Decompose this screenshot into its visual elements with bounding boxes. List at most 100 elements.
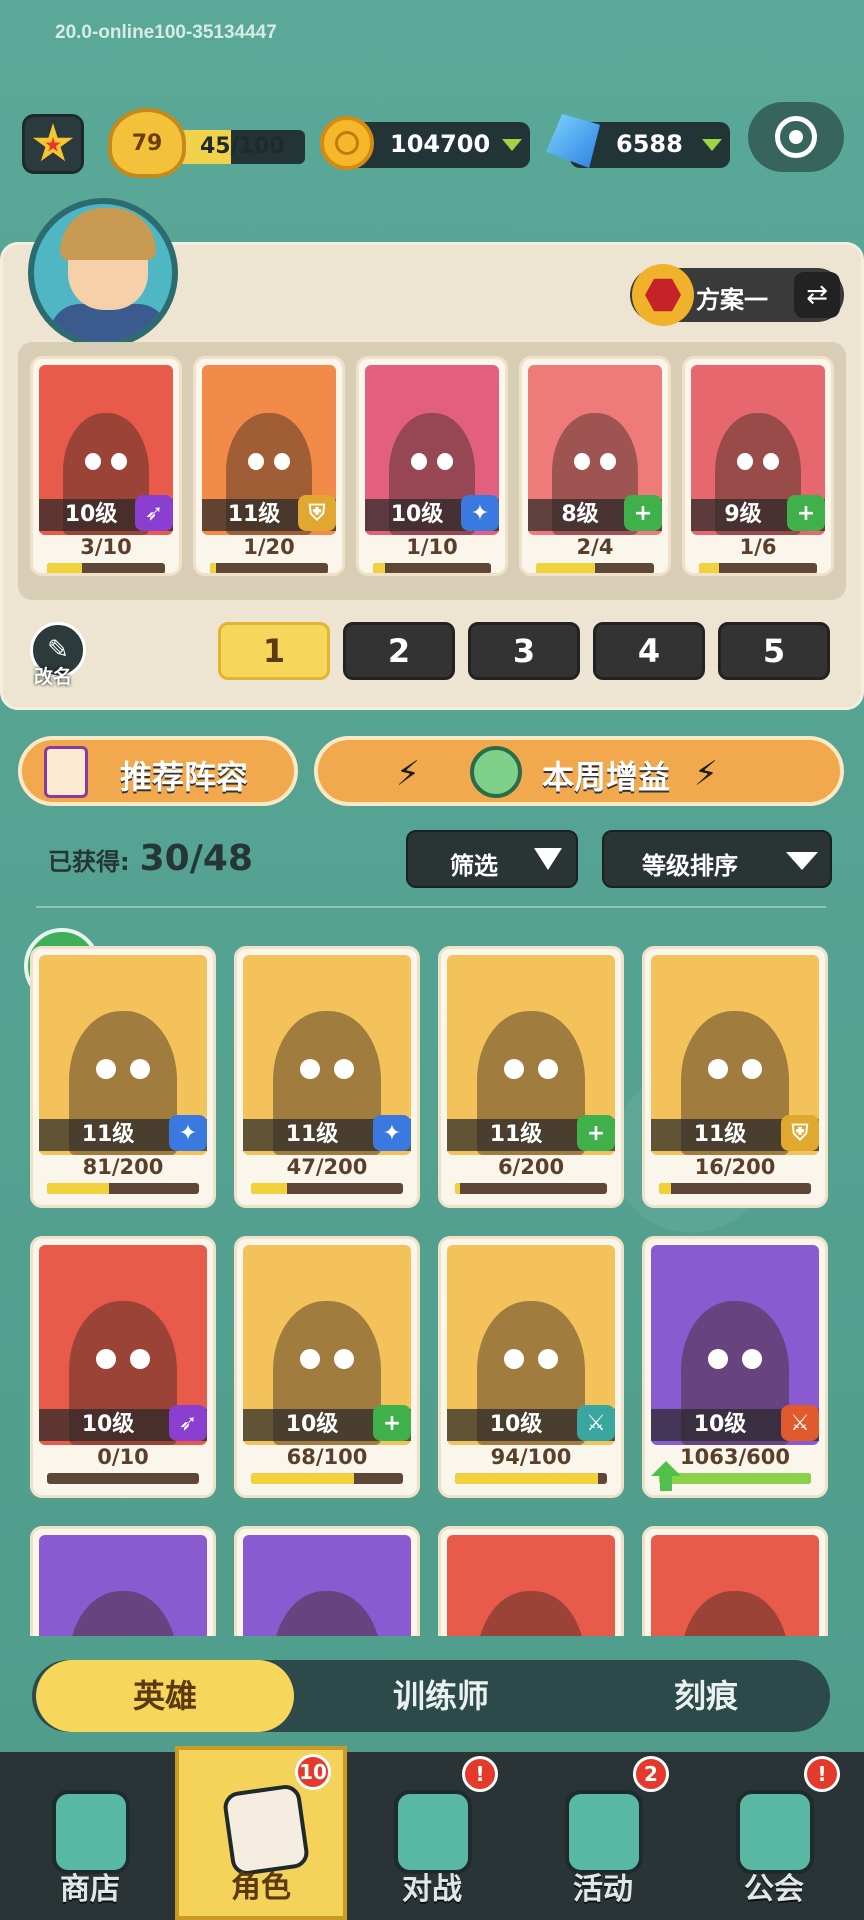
hero-progress: 2/4: [576, 535, 614, 559]
hero-progress: 47/200: [286, 1155, 368, 1179]
settings-button[interactable]: [748, 102, 844, 172]
hero-progress: 1/10: [406, 535, 458, 559]
hero-card[interactable]: 11级 ✦ 47/200: [234, 946, 420, 1208]
notification-badge: 2: [633, 1756, 669, 1792]
hero-progress-bar: [536, 563, 654, 573]
hero-portrait: [39, 1535, 207, 1636]
hero-card[interactable]: 10级 ⚔ 1063/600: [642, 1236, 828, 1498]
star-icon: [32, 123, 74, 162]
deck-hero-card[interactable]: 10级 ✦ 1/10: [356, 356, 508, 576]
heal-class-icon: +: [577, 1115, 615, 1151]
nav-guild-banner[interactable]: 公会!: [688, 1752, 860, 1920]
sort-button[interactable]: 等级排序: [602, 830, 832, 888]
hero-card[interactable]: 10级 +68/100: [234, 1236, 420, 1498]
tab-engravings[interactable]: 刻痕: [588, 1660, 824, 1732]
nav-label: 角色: [231, 1870, 291, 1905]
lightning-icon: ⚡: [694, 754, 718, 794]
sword-class-icon: ⚔: [781, 1405, 819, 1441]
weekly-label: 本周增益: [542, 758, 671, 796]
nav-shop[interactable]: 商店: [4, 1752, 176, 1920]
gold-dropdown-icon[interactable]: [502, 139, 522, 151]
version-label: 20.0-online100-35134447: [55, 22, 277, 43]
nav-label: 活动: [573, 1872, 633, 1907]
hero-progress: 68/100: [286, 1445, 368, 1469]
scheme-gem-icon: [632, 264, 694, 326]
rename-button[interactable]: ✎ 改名: [30, 622, 86, 692]
mage-class-icon: ✦: [461, 495, 499, 531]
scheme-label: 方案一: [696, 286, 768, 314]
hero-card[interactable]: 11级 +6/200: [438, 946, 624, 1208]
exp-bar: 45/100: [170, 130, 305, 164]
hero-progress-bar: [47, 1183, 199, 1194]
deck-slot-4[interactable]: 4: [593, 622, 705, 680]
nav-label: 商店: [60, 1872, 120, 1907]
hero-progress-bar: [251, 1473, 403, 1484]
deck-hero-card[interactable]: 8级 +2/4: [519, 356, 671, 576]
trainer-avatar[interactable]: [28, 198, 178, 348]
deck-slot-3[interactable]: 3: [468, 622, 580, 680]
funnel-icon: [534, 848, 562, 870]
chevron-down-icon: [786, 852, 818, 870]
player-level-badge[interactable]: 79: [108, 108, 186, 178]
scheme-selector[interactable]: 方案一 ⇄: [630, 264, 844, 326]
hero-progress-bar: [659, 1183, 811, 1194]
deck-hero-card[interactable]: 10级 ➶ 3/10: [30, 356, 182, 576]
hero-portrait: [447, 1535, 615, 1636]
hero-card[interactable]: 11级 ⛨ 16/200: [642, 946, 828, 1208]
hero-card[interactable]: [438, 1526, 624, 1636]
hero-progress: 81/200: [82, 1155, 164, 1179]
gear-icon: [775, 116, 817, 158]
archer-class-icon: ➶: [135, 495, 173, 531]
filter-button[interactable]: 筛选: [406, 830, 578, 888]
hero-progress: 94/100: [490, 1445, 572, 1469]
mage-class-icon: ✦: [373, 1115, 411, 1151]
hero-card[interactable]: 10级 ⚔ 94/100: [438, 1236, 624, 1498]
star-button[interactable]: [22, 114, 84, 174]
notification-badge: !: [804, 1756, 840, 1792]
notification-badge: !: [462, 1756, 498, 1792]
shield-icon: [565, 1790, 643, 1874]
hero-portrait: [243, 1535, 411, 1636]
swap-icon[interactable]: ⇄: [794, 272, 840, 318]
tab-heroes[interactable]: 英雄: [36, 1660, 294, 1732]
nav-label: 公会: [744, 1872, 804, 1907]
deck-hero-card[interactable]: 9级 +1/6: [682, 356, 834, 576]
hero-progress-bar: [455, 1473, 607, 1484]
weekly-buff-button[interactable]: ⚡ 本周增益 ⚡: [314, 736, 844, 806]
gold-coin-icon: [320, 116, 374, 170]
nav-cards[interactable]: 角色 10: [175, 1746, 347, 1920]
buff-icon: [470, 746, 522, 798]
tab-trainers[interactable]: 训练师: [310, 1660, 572, 1732]
deck-slot-1[interactable]: 1: [218, 622, 330, 680]
guild-banner-icon: [736, 1790, 814, 1874]
swords-icon: [394, 1790, 472, 1874]
card-icon: [44, 746, 88, 798]
archer-class-icon: ➶: [169, 1405, 207, 1441]
nav-swords[interactable]: 对战!: [346, 1752, 518, 1920]
hero-progress-bar: [659, 1473, 811, 1484]
deck-slot-2[interactable]: 2: [343, 622, 455, 680]
gold-value: 104700: [390, 130, 491, 158]
shield-class-icon: ⛨: [781, 1115, 819, 1151]
hero-card[interactable]: 11级 ✦ 81/200: [30, 946, 216, 1208]
deck-hero-card[interactable]: 11级 ⛨ 1/20: [193, 356, 345, 576]
hero-progress-bar: [699, 563, 817, 573]
hero-card[interactable]: 10级 ➶ 0/10: [30, 1236, 216, 1498]
bottom-tabs: 英雄 训练师 刻痕: [32, 1660, 830, 1732]
hero-progress: 1063/600: [680, 1445, 790, 1469]
hero-progress: 1/20: [243, 535, 295, 559]
gem-dropdown-icon[interactable]: [702, 139, 722, 151]
hero-card[interactable]: [30, 1526, 216, 1636]
deck-slot-5[interactable]: 5: [718, 622, 830, 680]
filter-label: 筛选: [450, 852, 498, 880]
lightning-icon: ⚡: [396, 754, 420, 794]
hero-card[interactable]: [642, 1526, 828, 1636]
owned-count: 已获得: 30/48: [48, 838, 253, 879]
nav-label: 对战: [402, 1872, 462, 1907]
recommend-lineup-button[interactable]: 推荐阵容: [18, 736, 298, 806]
recommend-label: 推荐阵容: [120, 758, 249, 796]
heal-class-icon: +: [373, 1405, 411, 1441]
blade-class-icon: ⚔: [577, 1405, 615, 1441]
hero-card[interactable]: [234, 1526, 420, 1636]
nav-shield[interactable]: 活动 2: [517, 1752, 689, 1920]
